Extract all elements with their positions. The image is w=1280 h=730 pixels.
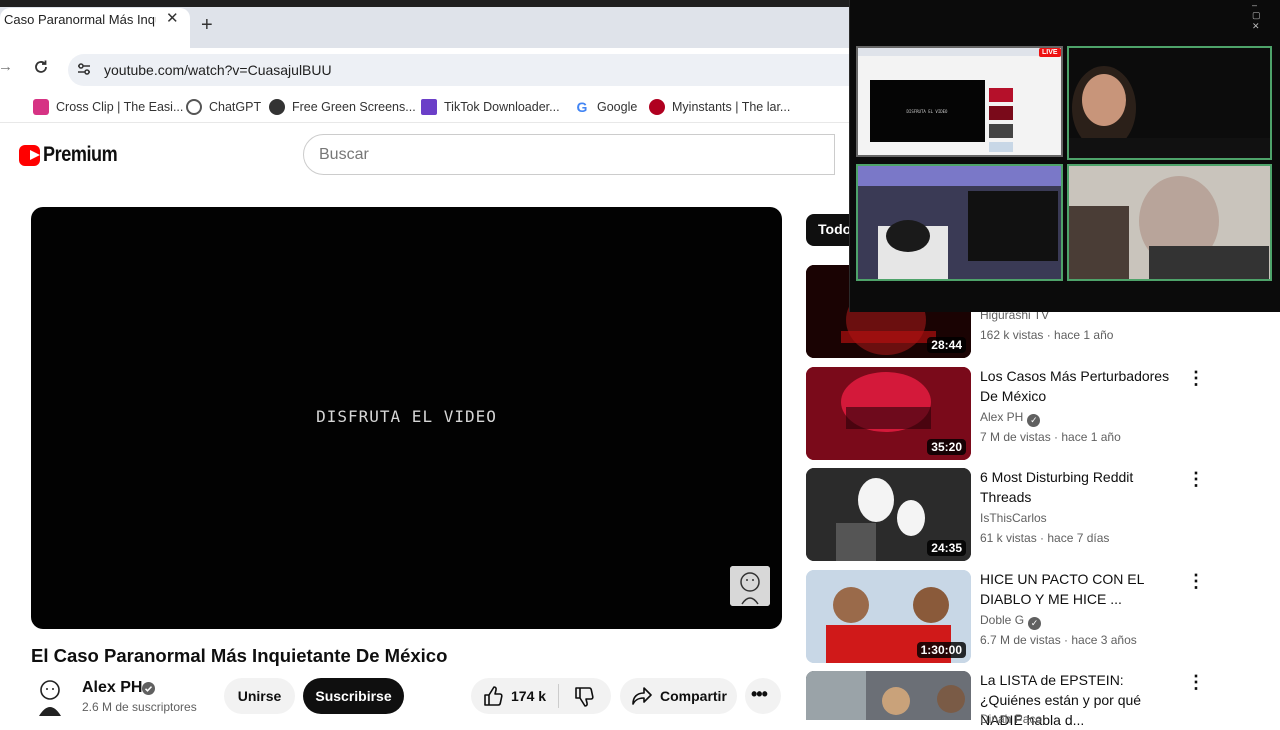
video-player[interactable]: DISFRUTA EL VIDEO <box>31 207 782 629</box>
webcam-tile <box>856 164 1063 281</box>
subscribe-button[interactable]: Suscribirse <box>303 678 404 714</box>
screen-capture-tile: DISFRUTA EL VIDEO <box>856 46 1063 157</box>
rec-more-icon[interactable]: ⋮ <box>1187 368 1205 388</box>
tab-title: Caso Paranormal Más Inquietante De Méxic… <box>4 12 156 27</box>
verified-check-icon <box>142 682 155 695</box>
forward-arrow-icon[interactable]: → <box>0 58 13 75</box>
bookmark-label: TikTok Downloader... <box>444 100 560 114</box>
webcam-tile <box>1067 46 1272 160</box>
rec-view-meta: 7 M de vistas · hace 1 año <box>980 430 1121 444</box>
rec-video-title[interactable]: Los Casos Más Perturbadores De México <box>980 366 1180 406</box>
webcam-art <box>1069 166 1270 279</box>
bookmark-label: Free Green Screens... <box>292 100 416 114</box>
thumbnail-art <box>806 671 971 720</box>
recommended-thumbnail[interactable]: 35:20 <box>806 367 971 460</box>
channel-watermark-icon[interactable] <box>730 566 770 606</box>
mini-player-text: DISFRUTA EL VIDEO <box>907 109 949 114</box>
site-info-icon[interactable] <box>76 61 92 77</box>
overlay-window-controls[interactable]: – ▢ ✕ <box>1252 0 1280 32</box>
live-badge: LIVE <box>1039 48 1061 57</box>
search-input[interactable] <box>303 134 835 175</box>
google-icon: G <box>576 99 588 115</box>
join-button[interactable]: Unirse <box>224 678 295 714</box>
chatgpt-icon <box>186 99 202 115</box>
more-dots-icon: ••• <box>751 684 768 704</box>
reload-icon[interactable] <box>32 58 50 76</box>
bookmark-google[interactable]: G Google <box>574 98 638 116</box>
bookmark-crossclip[interactable]: Cross Clip | The Easi... <box>33 98 183 116</box>
bookmark-myinstants[interactable]: Myinstants | The lar... <box>649 98 790 116</box>
video-duration: 28:44 <box>927 337 966 353</box>
channel-name[interactable]: Alex PH <box>82 679 142 697</box>
channel-avatar[interactable] <box>33 678 67 716</box>
webcam-art <box>1069 48 1270 158</box>
subscriber-count: 2.6 M de suscriptores <box>82 700 197 714</box>
recommended-thumbnail[interactable]: 1:30:00 <box>806 570 971 663</box>
recommended-thumbnail[interactable] <box>806 671 971 720</box>
rec-view-meta: 162 k vistas · hace 1 año <box>980 328 1114 342</box>
youtube-premium-logo[interactable]: Premium <box>19 143 129 167</box>
video-duration: 1:30:00 <box>916 642 966 658</box>
dislike-thumb-icon[interactable] <box>573 686 595 708</box>
tiktok-download-icon <box>421 99 437 115</box>
bookmark-label: Google <box>597 100 638 114</box>
share-label[interactable]: Compartir <box>660 688 727 704</box>
rec-channel-name[interactable]: Doble G ✓ <box>980 613 1042 630</box>
video-title: El Caso Paranormal Más Inquietante De Mé… <box>31 645 448 666</box>
video-duration: 24:35 <box>927 540 966 556</box>
rec-channel-label: Alex PH <box>980 410 1024 424</box>
screen-capture-art: DISFRUTA EL VIDEO <box>858 48 1061 155</box>
webcam-art <box>858 166 1061 279</box>
bookmark-label: Myinstants | The lar... <box>672 100 791 114</box>
rec-video-title[interactable]: 6 Most Disturbing Reddit Threads <box>980 467 1180 507</box>
more-actions-button[interactable]: ••• <box>745 678 781 714</box>
recommended-thumbnail[interactable]: 24:35 <box>806 468 971 561</box>
rec-channel-name[interactable]: Alex PH ✓ <box>980 410 1041 427</box>
verified-check-icon: ✓ <box>1027 414 1041 427</box>
share-arrow-icon[interactable] <box>631 686 653 706</box>
rec-channel-name[interactable]: IsThisCarlos <box>980 511 1047 525</box>
rec-more-icon[interactable]: ⋮ <box>1187 571 1205 591</box>
rec-view-meta: 6.7 M de vistas · hace 3 años <box>980 633 1137 647</box>
like-thumb-icon[interactable] <box>482 685 504 707</box>
tab-close-button[interactable]: ✕ <box>166 9 179 27</box>
bookmark-greenscreens[interactable]: Free Green Screens... <box>269 98 416 116</box>
greenscreen-icon <box>269 99 285 115</box>
like-divider <box>558 684 559 708</box>
player-caption: DISFRUTA EL VIDEO <box>316 407 497 426</box>
myinstants-icon <box>649 99 665 115</box>
crossclip-icon <box>33 99 49 115</box>
bookmark-tiktok-downloader[interactable]: TikTok Downloader... <box>421 98 560 116</box>
rec-more-icon[interactable]: ⋮ <box>1187 469 1205 489</box>
rec-view-meta: 61 k vistas · hace 7 días <box>980 531 1110 545</box>
bookmark-label: ChatGPT <box>209 100 262 114</box>
rec-channel-label: Doble G <box>980 613 1025 627</box>
brand-label: Premium <box>42 143 118 166</box>
like-count[interactable]: 174 k <box>511 688 546 704</box>
new-tab-button[interactable]: + <box>201 15 213 35</box>
video-duration: 35:20 <box>927 439 966 455</box>
rec-video-title[interactable]: HICE UN PACTO CON EL DIABLO Y ME HICE ..… <box>980 569 1180 609</box>
rec-channel-name[interactable]: Dinah Paco <box>980 712 1042 726</box>
bookmark-chatgpt[interactable]: ChatGPT <box>186 98 261 116</box>
webcam-tile <box>1067 164 1272 281</box>
rec-more-icon[interactable]: ⋮ <box>1187 672 1205 692</box>
url-text[interactable]: youtube.com/watch?v=CuasajulBUU <box>104 62 332 78</box>
youtube-play-icon <box>19 144 40 166</box>
bookmark-label: Cross Clip | The Easi... <box>56 100 184 114</box>
verified-check-icon: ✓ <box>1028 617 1042 630</box>
